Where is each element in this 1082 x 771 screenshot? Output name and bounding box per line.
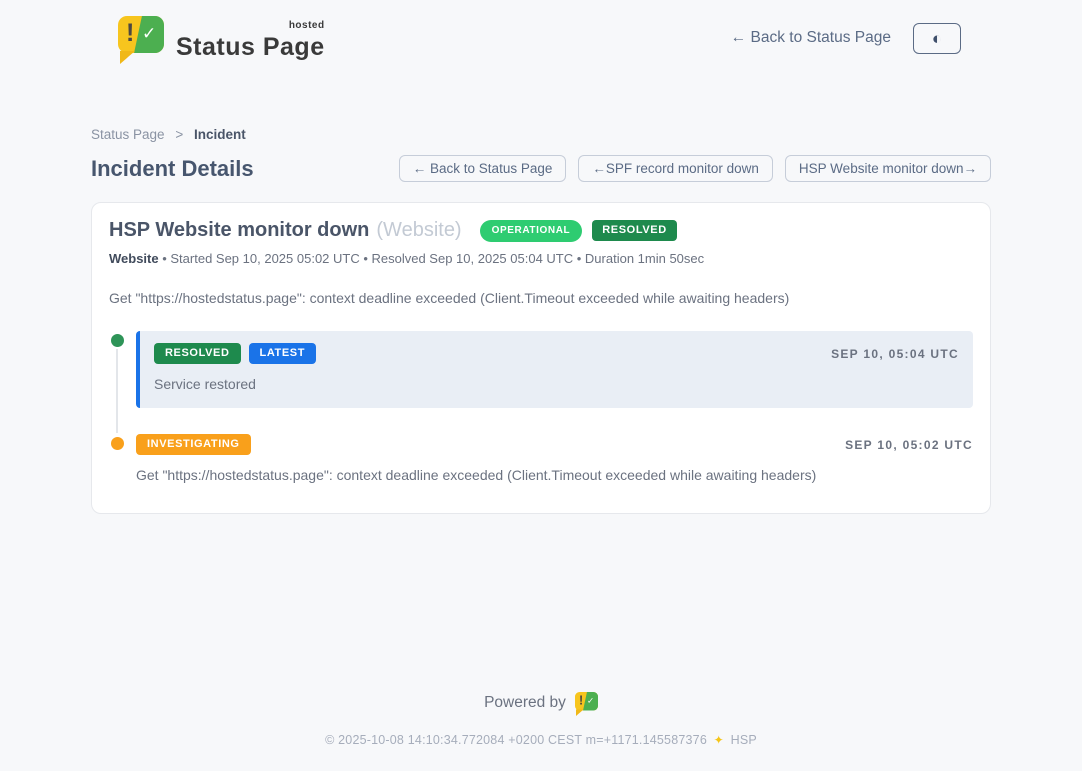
brand-name: Status Page hosted xyxy=(176,25,325,60)
timeline-dot-orange xyxy=(109,435,126,452)
resolved-status-badge: RESOLVED xyxy=(154,343,241,364)
copyright-text: © 2025-10-08 14:10:34.772084 +0200 CEST … xyxy=(325,733,707,747)
timeline-entry-resolved: RESOLVED LATEST SEP 10, 05:04 UTC Servic… xyxy=(109,331,973,408)
incident-description: Get "https://hostedstatus.page": context… xyxy=(109,290,973,306)
checkmark-icon: ✓ xyxy=(142,24,156,44)
next-incident-button[interactable]: HSP Website monitor down→ xyxy=(785,155,991,182)
brand-logo: ! ✓ Status Page hosted xyxy=(118,16,325,60)
back-to-status-page-link[interactable]: ← Back to Status Page xyxy=(731,29,891,47)
incident-title: HSP Website monitor down xyxy=(109,219,369,242)
exclamation-icon: ! xyxy=(579,694,583,709)
timeline-entry-content: RESOLVED LATEST SEP 10, 05:04 UTC Servic… xyxy=(136,331,973,408)
incident-meta-component: Website xyxy=(109,251,159,266)
header: ! ✓ Status Page hosted ← Back to Status … xyxy=(0,0,1082,60)
copyright-line: © 2025-10-08 14:10:34.772084 +0200 CEST … xyxy=(0,733,1082,747)
incident-meta: Website • Started Sep 10, 2025 05:02 UTC… xyxy=(109,251,973,266)
footer: Powered by ! ✓ © 2025-10-08 14:10:34.772… xyxy=(0,692,1082,771)
operational-badge: OPERATIONAL xyxy=(480,220,583,242)
prev-incident-button[interactable]: ←SPF record monitor down xyxy=(578,155,773,182)
statuspage-logo-icon: ! ✓ xyxy=(118,16,164,60)
timeline-message: Service restored xyxy=(154,376,959,392)
footer-brand-suffix: HSP xyxy=(731,733,757,747)
brand-superscript: hosted xyxy=(289,21,325,31)
header-actions: ← Back to Status Page ◐ xyxy=(731,23,961,54)
incident-component: (Website) xyxy=(376,219,461,242)
incident-card: HSP Website monitor down (Website) OPERA… xyxy=(91,202,991,514)
incident-timeline: RESOLVED LATEST SEP 10, 05:04 UTC Servic… xyxy=(109,331,973,483)
exclamation-icon: ! xyxy=(126,19,134,48)
timeline-entry-content: INVESTIGATING SEP 10, 05:02 UTC Get "htt… xyxy=(136,434,973,483)
investigating-status-badge: INVESTIGATING xyxy=(136,434,251,455)
resolved-badge: RESOLVED xyxy=(592,220,677,241)
title-row: Incident Details ← Back to Status Page ←… xyxy=(91,155,991,182)
theme-toggle-button[interactable]: ◐ xyxy=(913,23,961,54)
breadcrumb-incident: Incident xyxy=(194,127,246,142)
timeline-timestamp: SEP 10, 05:02 UTC xyxy=(845,438,973,452)
back-to-status-page-button[interactable]: ← Back to Status Page xyxy=(399,155,567,182)
main-content: Status Page > Incident Incident Details … xyxy=(91,127,991,514)
latest-tag-badge: LATEST xyxy=(249,343,317,364)
timeline-entry-investigating: INVESTIGATING SEP 10, 05:02 UTC Get "htt… xyxy=(109,434,973,483)
page-title: Incident Details xyxy=(91,156,254,182)
timeline-message: Get "https://hostedstatus.page": context… xyxy=(136,467,973,483)
powered-by-label: Powered by xyxy=(484,694,566,712)
timeline-timestamp: SEP 10, 05:04 UTC xyxy=(831,347,959,361)
breadcrumb-status-page[interactable]: Status Page xyxy=(91,127,165,142)
contrast-icon: ◐ xyxy=(932,30,942,47)
incident-nav-buttons: ← Back to Status Page ←SPF record monito… xyxy=(399,155,991,182)
sparkles-icon: ✦ xyxy=(714,733,724,747)
statuspage-mini-logo-icon: ! ✓ xyxy=(575,692,598,714)
breadcrumb: Status Page > Incident xyxy=(91,127,991,142)
checkmark-icon: ✓ xyxy=(587,696,594,706)
incident-meta-details: • Started Sep 10, 2025 05:02 UTC • Resol… xyxy=(159,251,705,266)
timeline-dot-green xyxy=(109,332,126,349)
breadcrumb-separator: > xyxy=(175,127,183,142)
powered-by: Powered by ! ✓ xyxy=(484,692,598,714)
status-page-app: ! ✓ Status Page hosted ← Back to Status … xyxy=(0,0,1082,771)
incident-title-row: HSP Website monitor down (Website) OPERA… xyxy=(109,219,973,242)
